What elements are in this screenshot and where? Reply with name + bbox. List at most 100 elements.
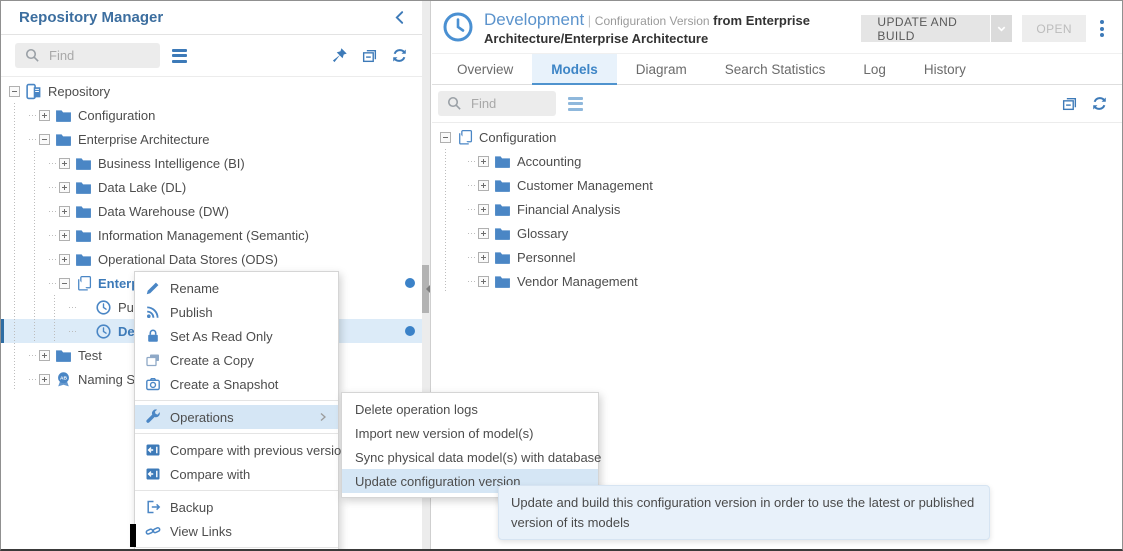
expand-toggle-icon[interactable] xyxy=(59,206,70,217)
folder-icon xyxy=(55,131,72,148)
tree-item[interactable]: Repository xyxy=(1,79,422,103)
tree-item[interactable]: Vendor Management xyxy=(432,269,1122,293)
clock-icon xyxy=(95,323,112,340)
copy-icon xyxy=(145,352,161,368)
pin-icon[interactable] xyxy=(330,47,348,65)
expand-toggle-icon[interactable] xyxy=(59,230,70,241)
collapse-toggle-icon[interactable] xyxy=(59,278,70,289)
folder-icon xyxy=(494,273,511,290)
tree-item[interactable]: Glossary xyxy=(432,221,1122,245)
tree-item[interactable]: Data Warehouse (DW) xyxy=(1,199,422,223)
menu-item-label: Publish xyxy=(170,305,213,320)
tab-overview[interactable]: Overview xyxy=(438,54,532,84)
tab-diagram[interactable]: Diagram xyxy=(617,54,706,84)
tree-item[interactable]: Enterprise Architecture xyxy=(1,127,422,151)
menu-icon[interactable] xyxy=(568,97,583,111)
more-options-icon[interactable] xyxy=(1096,18,1108,39)
tree-item[interactable]: Data Lake (DL) xyxy=(1,175,422,199)
tree-item-label: Repository xyxy=(48,84,110,99)
tree-connector xyxy=(29,115,36,116)
expand-toggle-icon[interactable] xyxy=(59,182,70,193)
submenu-item-import-new-version-of-model-s-[interactable]: Import new version of model(s) xyxy=(342,421,598,445)
expand-toggle-icon[interactable] xyxy=(478,276,489,287)
tree-item-label: Test xyxy=(78,348,102,363)
menu-item-compare-with[interactable]: Compare with xyxy=(135,462,338,486)
expand-toggle-icon[interactable] xyxy=(39,374,50,385)
tree-item[interactable]: Personnel xyxy=(432,245,1122,269)
tree-item[interactable]: Financial Analysis xyxy=(432,197,1122,221)
tree-item[interactable]: Configuration xyxy=(432,125,1122,149)
submenu-item-sync-physical-data-model-s-with-database[interactable]: Sync physical data model(s) with databas… xyxy=(342,445,598,469)
menu-item-create-a-copy[interactable]: Create a Copy xyxy=(135,348,338,372)
expand-toggle-icon[interactable] xyxy=(39,350,50,361)
menu-item-view-links[interactable]: View Links xyxy=(135,519,338,543)
expand-toggle-icon[interactable] xyxy=(478,156,489,167)
right-find-input[interactable] xyxy=(469,95,565,112)
tab-search-statistics[interactable]: Search Statistics xyxy=(706,54,845,84)
menu-item-backup[interactable]: Backup xyxy=(135,495,338,519)
refresh-icon[interactable] xyxy=(1090,95,1108,113)
menu-item-compare-with-previous-version[interactable]: Compare with previous version xyxy=(135,438,338,462)
tree-guide xyxy=(29,151,49,175)
menu-separator xyxy=(135,490,338,491)
left-find-input[interactable] xyxy=(47,47,143,64)
version-header: Development | Configuration Version from… xyxy=(432,1,1122,53)
submenu-item-label: Update configuration version xyxy=(355,474,521,489)
folder-icon xyxy=(75,179,92,196)
tree-guide xyxy=(9,271,29,295)
right-toolbar xyxy=(432,85,1122,123)
expand-toggle-icon[interactable] xyxy=(59,254,70,265)
update-and-build-button[interactable]: UPDATE AND BUILD xyxy=(861,15,989,42)
expand-toggle-icon[interactable] xyxy=(478,180,489,191)
tree-item[interactable]: Accounting xyxy=(432,149,1122,173)
tree-connector xyxy=(49,259,56,260)
tree-item[interactable]: Configuration xyxy=(1,103,422,127)
menu-item-set-as-read-only[interactable]: Set As Read Only xyxy=(135,324,338,348)
menu-item-operations[interactable]: Operations xyxy=(135,405,338,429)
lock-icon xyxy=(145,328,161,344)
tree-guide xyxy=(440,245,468,269)
collapse-toggle-icon[interactable] xyxy=(440,132,451,143)
expand-toggle-icon[interactable] xyxy=(478,228,489,239)
tree-item[interactable]: Business Intelligence (BI) xyxy=(1,151,422,175)
collapse-all-icon[interactable] xyxy=(360,47,378,65)
open-button[interactable]: OPEN xyxy=(1022,15,1086,42)
submenu-item-delete-operation-logs[interactable]: Delete operation logs xyxy=(342,397,598,421)
folder-icon xyxy=(494,201,511,218)
tree-item[interactable]: Operational Data Stores (ODS) xyxy=(1,247,422,271)
tree-item-label: Glossary xyxy=(517,226,568,241)
left-find-box[interactable] xyxy=(15,43,160,68)
collapse-toggle-icon[interactable] xyxy=(9,86,20,97)
tree-item-label: Personnel xyxy=(517,250,576,265)
tree-item-label: Operational Data Stores (ODS) xyxy=(98,252,278,267)
splitter-collapse-handle[interactable] xyxy=(422,265,429,313)
tree-item[interactable]: Customer Management xyxy=(432,173,1122,197)
expand-toggle-icon[interactable] xyxy=(59,158,70,169)
right-find-box[interactable] xyxy=(438,91,556,116)
expand-toggle-icon[interactable] xyxy=(39,110,50,121)
tree-connector xyxy=(29,379,36,380)
tab-log[interactable]: Log xyxy=(844,54,905,84)
expand-toggle-icon[interactable] xyxy=(478,204,489,215)
folder-icon xyxy=(75,203,92,220)
tree-connector xyxy=(468,209,475,210)
tab-models[interactable]: Models xyxy=(532,54,617,84)
tree-item-label: Financial Analysis xyxy=(517,202,620,217)
collapse-panel-icon[interactable] xyxy=(390,9,408,27)
tree-item-label: Information Management (Semantic) xyxy=(98,228,309,243)
menu-icon[interactable] xyxy=(172,49,187,63)
collapse-toggle-icon[interactable] xyxy=(39,134,50,145)
tree-guide xyxy=(29,319,49,343)
menu-item-rename[interactable]: Rename xyxy=(135,276,338,300)
refresh-icon[interactable] xyxy=(390,47,408,65)
menu-item-publish[interactable]: Publish xyxy=(135,300,338,324)
tab-history[interactable]: History xyxy=(905,54,985,84)
collapse-all-icon[interactable] xyxy=(1060,95,1078,113)
search-icon xyxy=(23,47,41,65)
tree-item-label: Enterprise Architecture xyxy=(78,132,210,147)
menu-item-create-a-snapshot[interactable]: Create a Snapshot xyxy=(135,372,338,396)
tree-item[interactable]: Information Management (Semantic) xyxy=(1,223,422,247)
expand-toggle-icon[interactable] xyxy=(478,252,489,263)
update-and-build-dropdown[interactable] xyxy=(991,15,1013,42)
menu-item-label: Backup xyxy=(170,500,213,515)
